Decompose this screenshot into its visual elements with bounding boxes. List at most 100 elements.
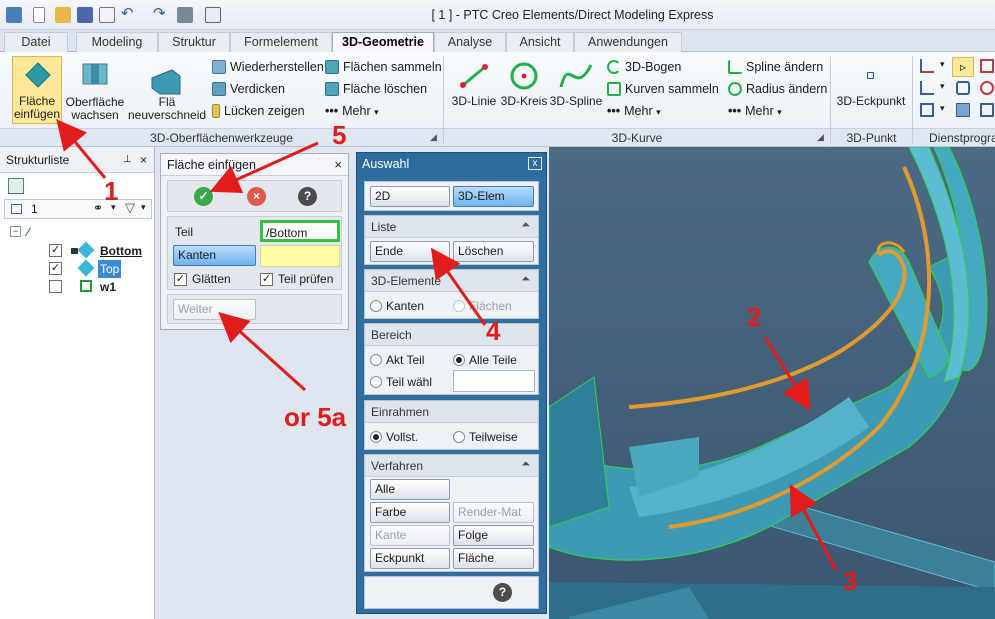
close-icon[interactable]: × bbox=[140, 147, 147, 173]
chevron-down-icon[interactable]: ▾ bbox=[940, 81, 945, 92]
flae-neuverschneid-button[interactable]: Flä neuverschneid bbox=[128, 56, 206, 124]
radio-dot bbox=[453, 300, 465, 312]
tab-struktur[interactable]: Struktur bbox=[158, 32, 230, 52]
tab-analyse[interactable]: Analyse bbox=[434, 32, 506, 52]
help-button[interactable]: ? bbox=[493, 583, 512, 602]
flaechen-sammeln-button[interactable]: Flächen sammeln bbox=[325, 57, 442, 77]
teilweise-radio[interactable]: Teilweise bbox=[453, 430, 518, 444]
weiter-button[interactable]: Weiter bbox=[173, 299, 256, 320]
filter-value[interactable]: 1 bbox=[31, 202, 38, 216]
visibility-checkbox[interactable] bbox=[49, 280, 62, 293]
axis-icon[interactable] bbox=[920, 81, 934, 95]
modify-radius-icon bbox=[728, 82, 742, 96]
chevron-down-icon[interactable]: ▾ bbox=[940, 103, 945, 114]
tab-modeling[interactable]: Modeling bbox=[76, 32, 158, 52]
dialog-launcher-icon[interactable]: ◢ bbox=[817, 132, 824, 143]
glaetten-checkbox[interactable]: ✓ bbox=[174, 273, 187, 286]
radius-aendern-button[interactable]: Radius ändern bbox=[728, 79, 827, 99]
kante-button[interactable]: Kante bbox=[370, 525, 450, 546]
teil-waehl-field[interactable] bbox=[453, 370, 535, 392]
tree-root[interactable]: − ∕ bbox=[10, 223, 150, 241]
chevron-down-icon[interactable]: ▾ bbox=[940, 59, 945, 70]
teilweise-label: Teilweise bbox=[469, 430, 518, 444]
close-icon[interactable]: x bbox=[528, 157, 542, 170]
tool-icon-a[interactable] bbox=[980, 59, 994, 73]
collapse-chevron-icon[interactable]: ⏶ bbox=[521, 273, 530, 286]
chevron-down-icon[interactable]: ▾ bbox=[141, 202, 146, 213]
close-icon[interactable]: × bbox=[334, 157, 342, 172]
dialog-launcher-icon[interactable]: ◢ bbox=[430, 132, 437, 143]
tab-datei[interactable]: Datei bbox=[4, 32, 68, 52]
pin-icon[interactable]: ⊥ bbox=[123, 147, 132, 173]
alle-button[interactable]: Alle bbox=[370, 479, 450, 500]
show-gaps-icon bbox=[212, 104, 220, 118]
drag-icon[interactable] bbox=[956, 81, 970, 95]
tab-anwendungen[interactable]: Anwendungen bbox=[574, 32, 682, 52]
tab-3d-geometrie[interactable]: 3D-Geometrie bbox=[332, 32, 434, 53]
mode-3d-elem-button[interactable]: 3D-Elem bbox=[453, 186, 534, 207]
vollst-radio[interactable]: Vollst. bbox=[370, 430, 418, 444]
tree-item-top[interactable]: ✓ Top bbox=[36, 259, 154, 278]
spline-aendern-button[interactable]: Spline ändern bbox=[728, 57, 823, 77]
mode-2d-button[interactable]: 2D bbox=[370, 186, 450, 207]
flaeche-loeschen-button[interactable]: Fläche löschen bbox=[325, 79, 427, 99]
tree-view-icon[interactable] bbox=[8, 178, 24, 194]
wiederherstellen-button[interactable]: Wiederherstellen bbox=[212, 57, 324, 77]
tree-item-bottom[interactable]: ✓ Bottom bbox=[36, 241, 154, 260]
luecken-zeigen-button[interactable]: Lücken zeigen bbox=[212, 101, 305, 121]
binoculars-icon[interactable]: ⚭ bbox=[93, 201, 103, 215]
kanten-field[interactable] bbox=[260, 245, 340, 267]
kurven-sammeln-button[interactable]: Kurven sammeln bbox=[607, 79, 719, 99]
structure-title: Strukturliste bbox=[6, 153, 70, 167]
collapse-chevron-icon[interactable]: ⏶ bbox=[521, 458, 530, 471]
teil-pruefen-checkbox[interactable]: ✓ bbox=[260, 273, 273, 286]
kanten-button[interactable]: Kanten bbox=[173, 245, 256, 266]
mehr-button-1[interactable]: ••• Mehr ▾ bbox=[325, 101, 379, 121]
render-mat-button[interactable]: Render-Mat bbox=[453, 502, 534, 523]
eckpunkt-button[interactable]: Eckpunkt bbox=[370, 548, 450, 569]
farbe-button[interactable]: Farbe bbox=[370, 502, 450, 523]
3d-eckpunkt-button[interactable]: 3D-Eckpunkt bbox=[833, 56, 909, 124]
3d-linie-button[interactable]: 3D-Linie bbox=[448, 56, 500, 124]
loeschen-button[interactable]: Löschen bbox=[453, 241, 534, 262]
ende-button[interactable]: Ende bbox=[370, 241, 450, 262]
3d-kreis-button[interactable]: 3D-Kreis bbox=[498, 56, 550, 124]
collapse-chevron-icon[interactable]: ⏶ bbox=[521, 219, 530, 232]
3d-viewport[interactable] bbox=[549, 147, 995, 619]
teil-waehl-radio[interactable]: Teil wähl bbox=[370, 375, 432, 389]
filter-icon[interactable]: ▽ bbox=[125, 200, 135, 216]
flaeche-einfuegen-button[interactable]: Fläche einfügen bbox=[12, 56, 62, 124]
help-button[interactable]: ? bbox=[298, 187, 317, 206]
ok-button[interactable]: ✓ bbox=[194, 187, 213, 206]
3d-spline-button[interactable]: 3D-Spline bbox=[548, 56, 604, 124]
assembly-icon[interactable] bbox=[956, 103, 970, 117]
teil-field[interactable]: /Bottom bbox=[260, 220, 340, 242]
flaechen-radio[interactable]: Flächen bbox=[453, 299, 512, 313]
tool-icon-c[interactable] bbox=[980, 103, 994, 117]
folge-button[interactable]: Folge bbox=[453, 525, 534, 546]
collapse-icon[interactable]: − bbox=[10, 226, 21, 237]
cancel-button[interactable]: × bbox=[247, 187, 266, 206]
kanten-radio[interactable]: Kanten bbox=[370, 299, 424, 313]
measure-icon[interactable] bbox=[920, 59, 934, 73]
tool-icon-b[interactable] bbox=[980, 81, 994, 95]
3d-bogen-button[interactable]: 3D-Bogen bbox=[607, 57, 681, 77]
visibility-checkbox[interactable]: ✓ bbox=[49, 244, 62, 257]
verdicken-button[interactable]: Verdicken bbox=[212, 79, 285, 99]
mehr-button-2[interactable]: ••• Mehr ▾ bbox=[607, 101, 661, 121]
visibility-checkbox[interactable]: ✓ bbox=[49, 262, 62, 275]
flaeche-button[interactable]: Fläche bbox=[453, 548, 534, 569]
alle-teile-radio[interactable]: Alle Teile bbox=[453, 353, 517, 367]
workplane-icon[interactable] bbox=[920, 103, 934, 117]
mehr-button-3[interactable]: ••• Mehr ▾ bbox=[728, 101, 782, 121]
tab-formelement[interactable]: Formelement bbox=[230, 32, 332, 52]
tab-ansicht[interactable]: Ansicht bbox=[506, 32, 574, 52]
dialog-options-box: Teil /Bottom Kanten ✓ Glätten ✓ Teil prü… bbox=[167, 216, 342, 290]
mehr-label-3: Mehr bbox=[745, 104, 774, 118]
collect-faces-icon bbox=[325, 60, 339, 74]
tree-item-w1[interactable]: w1 bbox=[36, 278, 154, 296]
akt-teil-radio[interactable]: Akt Teil bbox=[370, 353, 424, 367]
oberflaeche-wachsen-button[interactable]: Oberfläche wachsen bbox=[64, 56, 126, 124]
einrahmen-section: Einrahmen Vollst. Teilweise bbox=[364, 400, 539, 450]
pointer-icon[interactable]: ▹ bbox=[952, 57, 974, 77]
